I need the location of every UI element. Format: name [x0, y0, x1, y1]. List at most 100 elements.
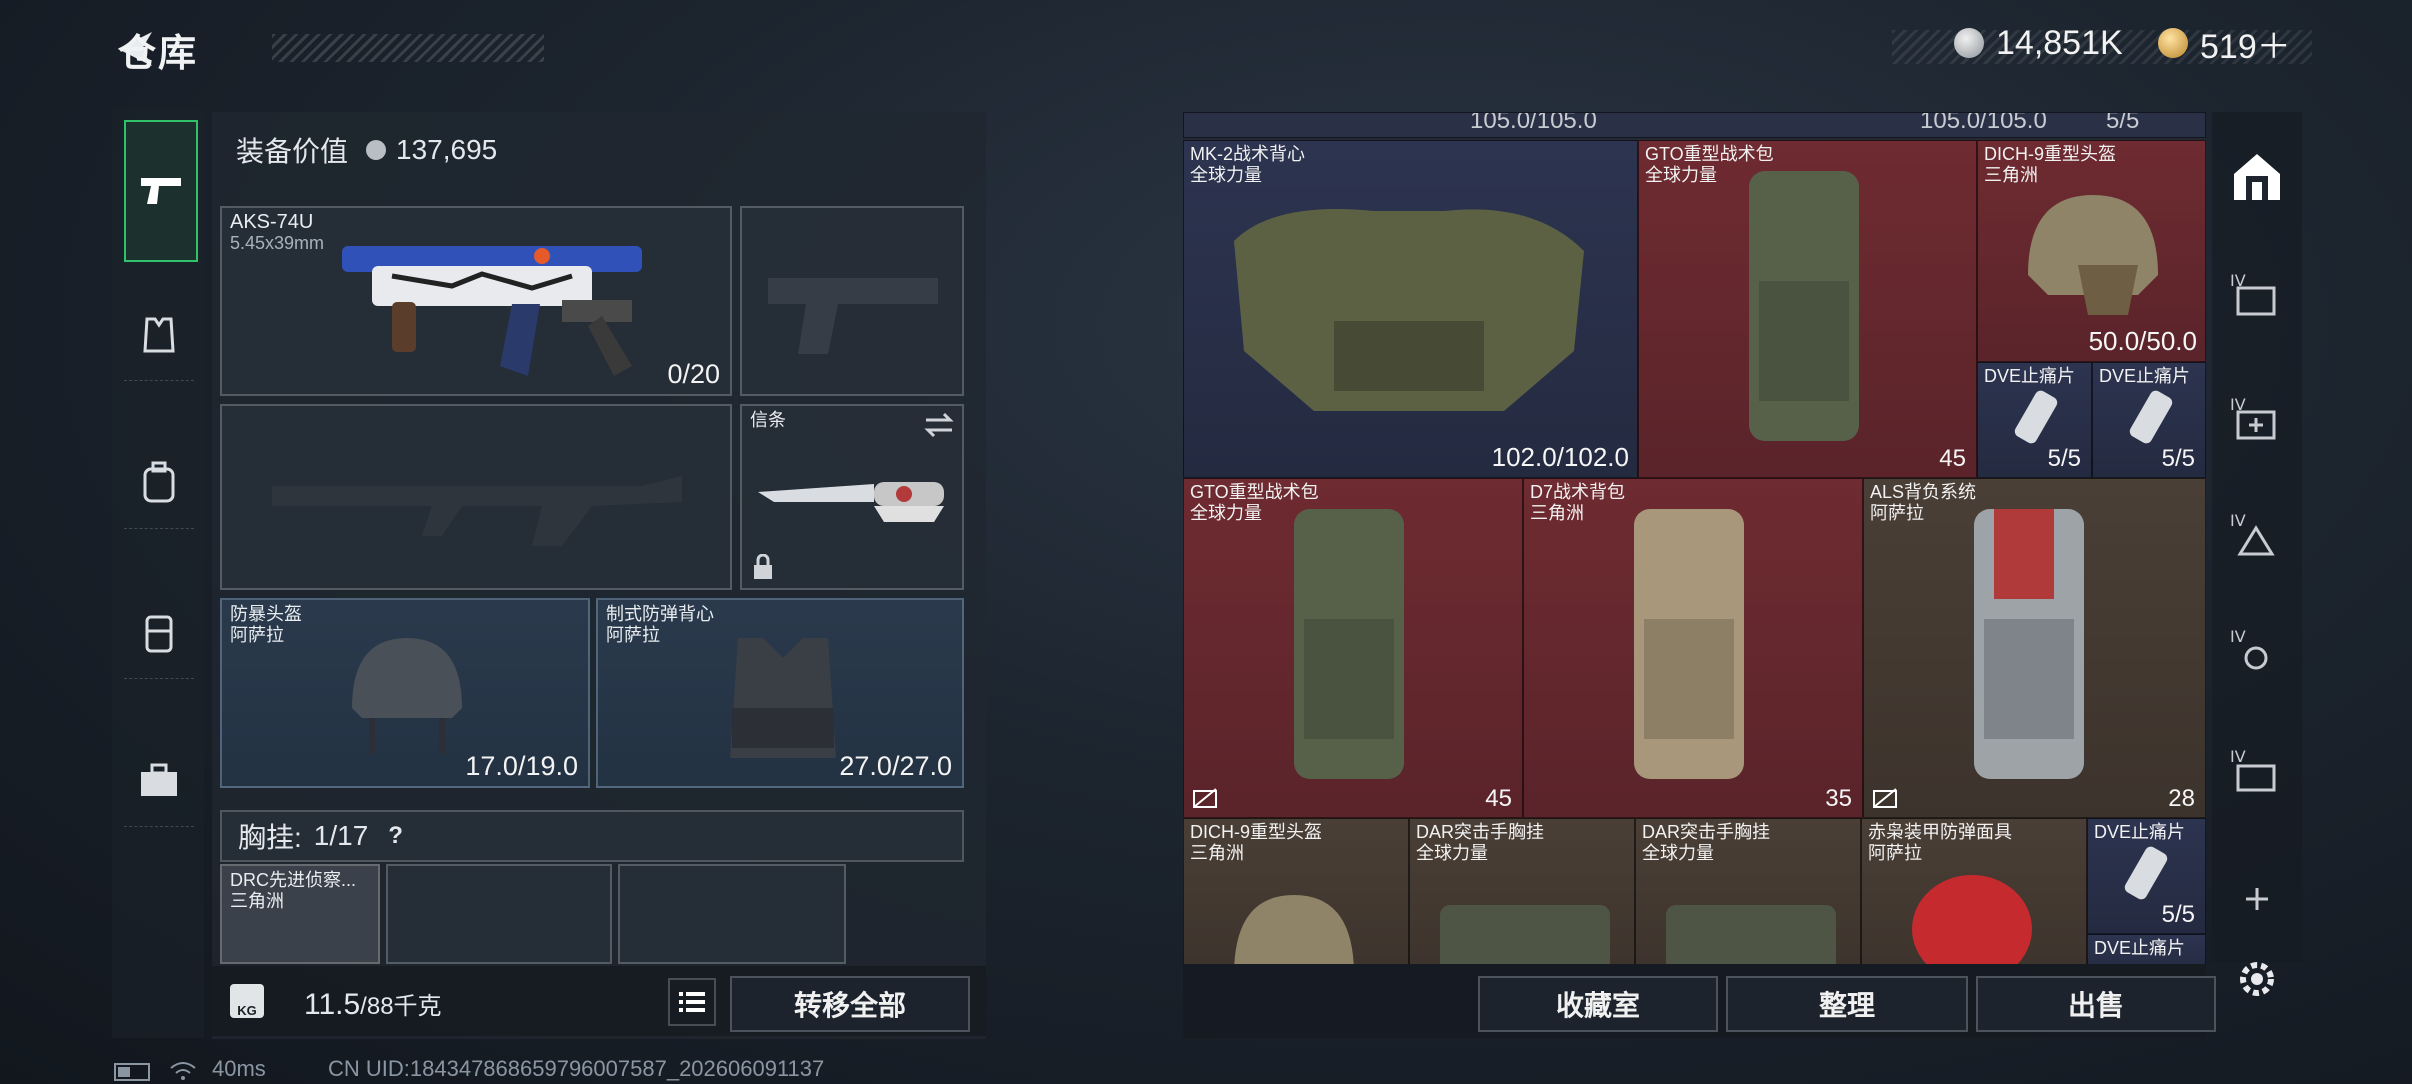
backpack-image — [1974, 509, 2084, 779]
stash-grid: 105.0/105.0 105.0/105.0 5/5 MK-2战术背心 全球力量… — [1183, 112, 2206, 964]
item-name: DAR突击手胸挂 — [1642, 822, 1771, 842]
add-icon[interactable] — [2242, 884, 2272, 914]
gold-coin-icon — [2158, 28, 2188, 58]
melee-slot[interactable]: 信条 — [740, 404, 964, 590]
item-count: 5/5 — [2161, 901, 2195, 928]
armor-info: 制式防弹背心 阿萨拉 — [606, 604, 714, 646]
pill-bottle-image — [2129, 390, 2173, 444]
item-origin: 全球力量 — [1642, 843, 1714, 863]
chest-rig-image — [1666, 905, 1836, 964]
premium-balance: 519＋ — [2200, 27, 2291, 66]
stash-home-icon[interactable] — [2230, 150, 2284, 204]
loadout-value: 装备价值 137,695 — [236, 130, 497, 170]
stash-item-painkiller[interactable]: DVE止痛片 5/5 — [2092, 362, 2206, 478]
helmet-slot[interactable]: 防暴头盔 阿萨拉 17.0/19.0 — [220, 598, 590, 788]
tab-backpack[interactable] — [124, 438, 194, 529]
weight-max: /88千克 — [360, 993, 442, 1020]
armor-origin: 阿萨拉 — [606, 625, 660, 645]
list-view-button[interactable] — [668, 978, 716, 1026]
coin-balance: 14,851K — [1996, 23, 2123, 62]
item-info: 赤枭装甲防弹面具 阿萨拉 — [1868, 822, 2012, 864]
weapon-ammo: 5.45x39mm — [230, 233, 325, 253]
stash-item-chestrig[interactable]: DAR突击手胸挂 全球力量 — [1635, 818, 1861, 964]
stash-item-painkiller[interactable]: DVE止痛片 5/5 — [2087, 818, 2206, 934]
medkit-iv-icon[interactable]: IV — [2228, 392, 2286, 444]
item-name: DVE止痛片 — [2099, 366, 2191, 386]
primary-ammo-count: 0/20 — [667, 359, 720, 389]
red-mask-image — [1912, 875, 2032, 964]
helmet-origin: 阿萨拉 — [230, 625, 284, 645]
svg-text:IV: IV — [2230, 511, 2246, 530]
tab-case[interactable] — [124, 736, 194, 827]
empty-chest-slot[interactable] — [386, 864, 612, 964]
stash-item-helmet[interactable]: DICH-9重型头盔 三角洲 50.0/50.0 — [1977, 140, 2206, 362]
stash-item-chestrig[interactable]: DAR突击手胸挂 全球力量 — [1409, 818, 1635, 964]
swap-icon[interactable] — [924, 412, 954, 438]
primary-weapon-slot[interactable]: AKS-74U 5.45x39mm 0/20 — [220, 206, 732, 396]
vest-icon — [143, 317, 175, 353]
misc-iv-icon[interactable]: IV — [2228, 744, 2286, 796]
ammo-iv-icon[interactable]: IV — [2228, 508, 2286, 560]
chest-rig-image — [1440, 905, 1610, 964]
chest-item-slot[interactable]: DRC先进侦察... 三角洲 — [220, 864, 380, 964]
sidearm-slot[interactable] — [740, 206, 964, 396]
collection-button[interactable]: 收藏室 — [1478, 976, 1718, 1032]
stash-item-helmet[interactable]: DICH-9重型头盔 三角洲 — [1183, 818, 1409, 964]
case-iv-icon[interactable]: IV — [2228, 268, 2286, 320]
currency-premium[interactable]: 519＋ — [2158, 22, 2291, 66]
item-name: DAR突击手胸挂 — [1416, 822, 1545, 842]
helmet-name: 防暴头盔 — [230, 604, 302, 624]
stash-item-painkiller[interactable]: DVE止痛片 5/5 — [1977, 362, 2092, 478]
stash-item-backpack[interactable]: GTO重型战术包 全球力量 45 — [1638, 140, 1977, 478]
stash-top-row: 105.0/105.0 105.0/105.0 5/5 — [1183, 112, 2206, 138]
battery-icon — [114, 1063, 150, 1081]
item-info: DAR突击手胸挂 全球力量 — [1642, 822, 1770, 864]
pill-bottle-image — [2014, 390, 2058, 444]
backpack-image — [1294, 509, 1404, 779]
sort-button[interactable]: 整理 — [1726, 976, 1968, 1032]
value-label: 装备价值 — [236, 136, 349, 167]
page-title: 仓库 — [118, 33, 199, 75]
chest-item-origin: 三角洲 — [230, 891, 284, 911]
chest-item-info: DRC先进侦察... 三角洲 — [230, 870, 356, 912]
item-name: DICH-9重型头盔 — [1190, 822, 1323, 842]
help-icon[interactable]: ? — [388, 822, 403, 850]
stash-item-mask[interactable]: 赤枭装甲防弹面具 阿萨拉 — [1861, 818, 2087, 964]
stash-item-backpack[interactable]: ALS背负系统 阿萨拉 28 — [1863, 478, 2206, 818]
no-insure-icon — [1193, 788, 1217, 808]
title-underline-decoration — [272, 34, 544, 62]
knife-image — [758, 482, 944, 522]
pistol-silhouette-icon — [768, 278, 938, 354]
weight-icon: KG — [230, 984, 264, 1018]
settings-gear-icon[interactable] — [2236, 958, 2278, 1000]
sell-button[interactable]: 出售 — [1976, 976, 2216, 1032]
primary-weapon-name: AKS-74U 5.45x39mm — [230, 212, 324, 254]
tab-weapons[interactable] — [124, 120, 198, 262]
item-origin: 三角洲 — [1984, 165, 2038, 185]
transfer-all-button[interactable]: 转移全部 — [730, 976, 970, 1032]
top-value-1: 105.0/105.0 — [1470, 112, 1597, 134]
heavy-helmet-image — [1234, 895, 1354, 964]
lock-icon — [754, 554, 772, 579]
uid-readout: CN UID:1843478686597960075​87_2026060911… — [328, 1056, 825, 1081]
item-count: 5/5 — [2161, 445, 2195, 472]
stash-item-backpack[interactable]: GTO重型战术包 全球力量 45 — [1183, 478, 1523, 818]
tab-rig[interactable] — [124, 588, 194, 679]
stash-item-painkiller[interactable]: DVE止痛片 — [2087, 934, 2206, 964]
svg-text:IV: IV — [2230, 627, 2246, 646]
tactical-vest-image — [1234, 209, 1584, 411]
rifle-silhouette-icon — [272, 476, 682, 546]
armor-slot[interactable]: 制式防弹背心 阿萨拉 27.0/27.0 — [596, 598, 964, 788]
item-info: DICH-9重型头盔 三角洲 — [1190, 822, 1322, 864]
stash-item-backpack[interactable]: D7战术背包 三角洲 35 — [1523, 478, 1863, 818]
armor-vest-image — [730, 638, 836, 758]
empty-chest-slot[interactable] — [618, 864, 846, 964]
secondary-weapon-slot[interactable] — [220, 404, 732, 590]
item-durability: 102.0/102.0 — [1491, 442, 1629, 472]
item-name: DVE止痛片 — [2094, 938, 2186, 958]
key-iv-icon[interactable]: IV — [2228, 624, 2286, 676]
item-origin: 三角洲 — [1530, 503, 1584, 523]
briefcase-icon — [141, 763, 177, 796]
stash-item-vest[interactable]: MK-2战术背心 全球力量 102.0/102.0 — [1183, 140, 1638, 478]
tab-armor[interactable] — [124, 290, 194, 381]
